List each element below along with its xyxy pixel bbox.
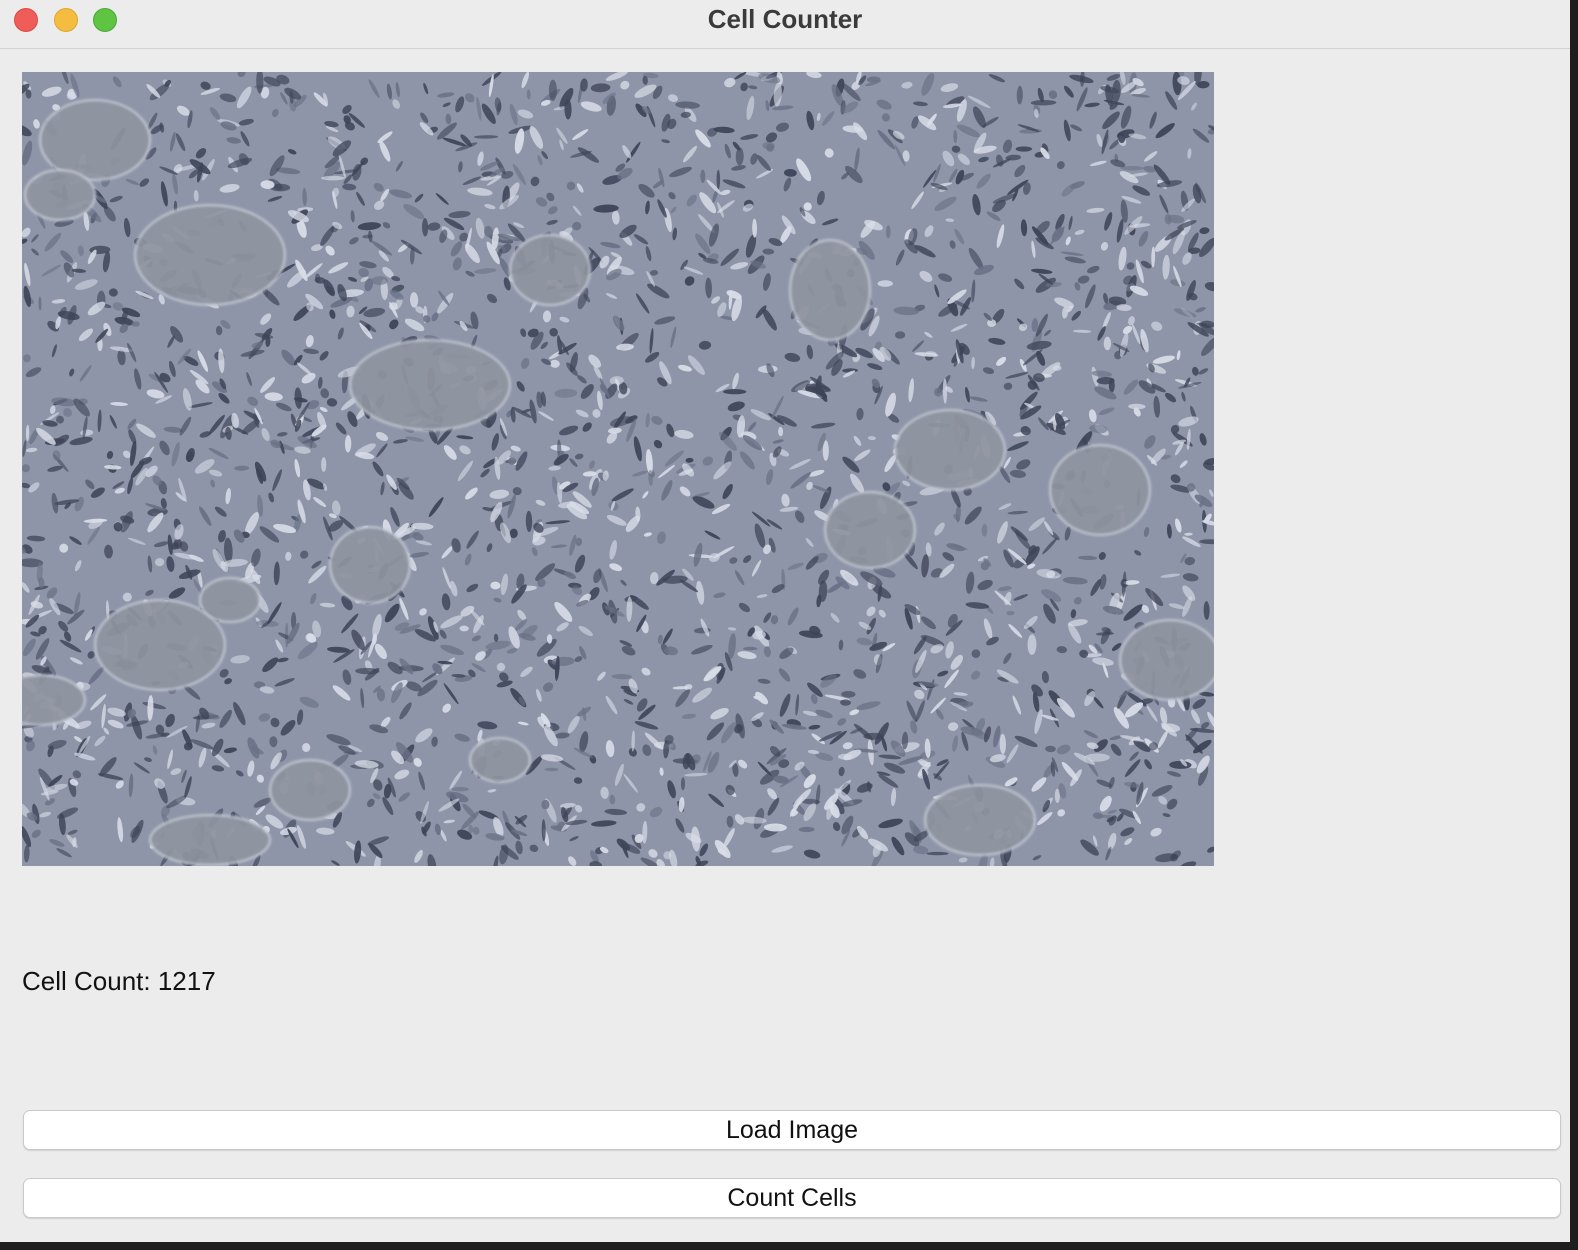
flat-cell-mark <box>134 204 286 306</box>
cell-texture-mark <box>544 767 559 772</box>
cell-image <box>22 72 1214 866</box>
count-cells-button[interactable]: Count Cells <box>23 1178 1561 1218</box>
flat-cell-mark <box>269 759 351 821</box>
window-title: Cell Counter <box>707 4 863 34</box>
flat-cell-mark <box>199 577 261 623</box>
flat-cell-mark <box>329 526 411 604</box>
flat-cell-mark <box>789 239 871 341</box>
cell-texture-mark <box>1103 336 1112 351</box>
cell-texture-mark <box>1108 378 1115 393</box>
cell-texture-mark <box>926 851 949 856</box>
flat-cell-mark <box>149 814 271 866</box>
cell-count-label: Cell Count: 1217 <box>22 966 216 996</box>
flat-cell-mark <box>894 409 1006 491</box>
flat-cell-mark <box>824 491 916 569</box>
title-bar: Cell Counter <box>0 0 1570 49</box>
cell-texture-mark <box>877 280 893 287</box>
flat-cell-mark <box>924 784 1036 856</box>
flat-cell-mark <box>509 234 591 306</box>
cell-texture-mark <box>22 464 31 473</box>
cell-texture-mark <box>1015 146 1033 152</box>
flat-cell-mark <box>349 339 511 431</box>
cell-texture-mark <box>863 732 884 740</box>
app-window: Cell Counter Cell Count: 1217 Load Image… <box>0 0 1570 1242</box>
cell-texture-mark <box>451 787 469 792</box>
cell-texture-mark <box>743 646 758 651</box>
flat-cell-mark <box>1049 444 1151 536</box>
cell-texture-mark <box>546 634 553 644</box>
cell-texture-mark <box>548 79 557 101</box>
cell-texture-mark <box>716 169 721 190</box>
cell-texture-mark <box>321 175 345 181</box>
flat-cell-mark <box>1119 619 1214 701</box>
cell-texture-mark <box>541 799 550 810</box>
flat-cell-mark <box>39 99 151 181</box>
cell-texture-mark <box>723 389 747 395</box>
flat-cell-mark <box>469 737 531 783</box>
cell-texture-mark <box>700 169 706 183</box>
flat-cell-mark <box>24 169 96 221</box>
load-image-button[interactable]: Load Image <box>23 1110 1561 1150</box>
cell-texture-mark <box>321 457 327 472</box>
microscopy-image <box>22 72 1214 866</box>
